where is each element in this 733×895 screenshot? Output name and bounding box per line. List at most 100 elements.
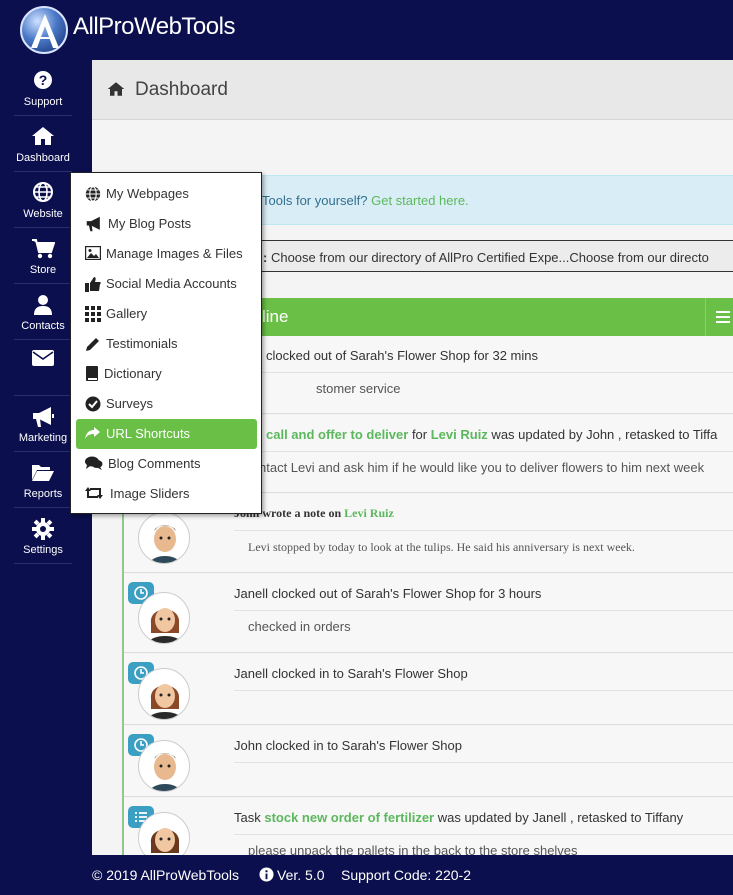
sidebar-item-mail[interactable] [14, 340, 72, 396]
home-icon [14, 126, 72, 150]
menu-item-dictionary[interactable]: Dictionary [76, 359, 257, 389]
heading-text: for [408, 427, 431, 442]
check-circle-icon [85, 396, 101, 412]
get-started-link[interactable]: Get started here. [371, 193, 469, 208]
contact-link[interactable]: Levi Ruiz [431, 427, 488, 442]
sidebar-item-settings[interactable]: Settings [14, 508, 72, 564]
book-icon [85, 366, 101, 382]
entry-heading: Task stock new order of fertilizer was u… [234, 810, 683, 825]
sidebar-item-label: Settings [23, 544, 63, 556]
menu-item-label: My Webpages [106, 186, 189, 201]
menu-item-label: Manage Images & Files [106, 246, 243, 261]
menu-item-label: Surveys [106, 396, 153, 411]
menu-item-url-shortcuts[interactable]: URL Shortcuts [76, 419, 257, 449]
avatar [138, 512, 190, 564]
menu-item-my-webpages[interactable]: My Webpages [76, 179, 257, 209]
entry-body: ntact Levi and ask him if he would like … [259, 460, 705, 475]
envelope-icon [14, 350, 72, 374]
logo-icon[interactable] [20, 6, 68, 54]
sidebar-item-website[interactable]: Website [14, 172, 72, 228]
website-dropdown-menu: My Webpages My Blog Posts Manage Images … [70, 172, 262, 514]
home-icon [107, 81, 125, 102]
entry-divider [234, 690, 733, 691]
copyright-text: © 2019 AllProWebTools [92, 867, 240, 883]
svg-text:?: ? [39, 72, 48, 88]
task-link[interactable]: call and offer to deliver [266, 427, 408, 442]
entry-heading: Janell clocked out of Sarah's Flower Sho… [234, 586, 542, 601]
avatar [138, 740, 190, 792]
share-arrow-icon [85, 426, 101, 442]
menu-item-blog-comments[interactable]: Blog Comments [76, 449, 257, 479]
task-link[interactable]: stock new order of fertilizer [264, 810, 434, 825]
entry-body: Levi stopped by today to look at the tul… [248, 540, 635, 554]
sidebar-item-contacts[interactable]: Contacts [14, 284, 72, 340]
ticker-message: Choose from our directory of AllPro Cert… [267, 250, 709, 265]
menu-item-label: Image Sliders [110, 486, 190, 501]
thumbs-up-icon [85, 276, 101, 292]
sidebar-item-label: Store [29, 264, 57, 276]
sidebar-item-support[interactable]: ? Support [14, 60, 72, 116]
sidebar-item-label: Website [23, 208, 63, 220]
entry-divider [234, 834, 733, 835]
sidebar-item-marketing[interactable]: Marketing [14, 396, 72, 452]
feed-entry: Task stock new order of fertilizer was u… [124, 798, 733, 855]
image-icon [84, 245, 102, 262]
entry-divider [234, 372, 733, 373]
entry-heading: Janell clocked in to Sarah's Flower Shop [234, 666, 468, 681]
question-circle-icon: ? [14, 70, 72, 94]
page-title: Dashboard [135, 79, 228, 100]
version-text: Ver. 5.0 [277, 867, 325, 883]
menu-item-image-sliders[interactable]: Image Sliders [76, 479, 257, 509]
top-header: AllProWebTools [0, 0, 733, 60]
heading-text: was updated by John , retasked to Tiffa [487, 427, 718, 442]
menu-item-label: Blog Comments [108, 456, 201, 471]
gear-icon [14, 518, 72, 542]
menu-item-my-blog-posts[interactable]: My Blog Posts [76, 209, 257, 239]
feed-entry: Janell clocked out of Sarah's Flower Sho… [124, 574, 733, 653]
info-circle-icon [259, 867, 274, 882]
cart-icon [14, 238, 72, 262]
menu-item-testimonials[interactable]: Testimonials [76, 329, 257, 359]
brand-name[interactable]: AllProWebTools [73, 13, 235, 41]
sidebar-item-store[interactable]: Store [14, 228, 72, 284]
entry-body: checked in orders [248, 619, 351, 634]
sidebar-item-reports[interactable]: Reports [14, 452, 72, 508]
menu-item-social-media[interactable]: Social Media Accounts [76, 269, 257, 299]
menu-item-label: Testimonials [106, 336, 178, 351]
avatar [138, 592, 190, 644]
megaphone-icon [14, 406, 72, 430]
page-spacer [92, 121, 733, 176]
menu-item-manage-images[interactable]: Manage Images & Files [76, 239, 257, 269]
sidebar-item-label: Marketing [18, 432, 68, 444]
megaphone-icon [85, 216, 101, 232]
entry-divider [234, 610, 733, 611]
entry-body: please unpack the pallets in the back to… [248, 843, 578, 855]
menu-item-label: Dictionary [104, 366, 162, 381]
hamburger-menu-icon[interactable] [705, 298, 733, 336]
support-code: Support Code: 220-2 [341, 867, 471, 883]
feed-entry: John clocked in to Sarah's Flower Shop [124, 726, 733, 797]
sidebar-item-label: Reports [23, 488, 63, 500]
user-icon [14, 294, 72, 318]
comments-icon [85, 456, 103, 472]
menu-item-label: URL Shortcuts [106, 426, 191, 441]
timeline-title: line [262, 307, 289, 326]
page-header: Dashboard [92, 60, 733, 120]
grid-icon [85, 306, 101, 322]
entry-heading: John clocked in to Sarah's Flower Shop [234, 738, 462, 753]
entry-divider [234, 451, 733, 452]
sidebar-item-dashboard[interactable]: Dashboard [14, 116, 72, 172]
heading-text: was updated by Janell , retasked to Tiff… [434, 810, 684, 825]
entry-divider [234, 530, 733, 531]
menu-item-surveys[interactable]: Surveys [76, 389, 257, 419]
sidebar-item-label: Support [23, 96, 63, 108]
contact-link[interactable]: Levi Ruiz [344, 506, 394, 520]
avatar [138, 812, 190, 855]
heading-text: Task [234, 810, 265, 825]
entry-heading: clocked out of Sarah's Flower Shop for 3… [266, 348, 539, 363]
ticker-text: : Choose from our directory of AllPro Ce… [263, 250, 709, 265]
entry-heading: call and offer to deliver for Levi Ruiz … [266, 427, 717, 442]
globe-icon [85, 186, 101, 202]
feed-entry: Janell clocked in to Sarah's Flower Shop [124, 654, 733, 725]
menu-item-gallery[interactable]: Gallery [76, 299, 257, 329]
